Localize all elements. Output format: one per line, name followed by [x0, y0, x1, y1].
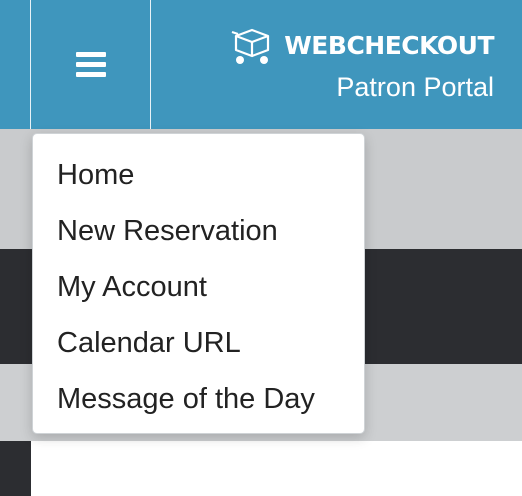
cart-icon	[231, 28, 270, 64]
brand-name: WEBCHECKOUT	[284, 30, 494, 60]
brand-logo: WEBCHECKOUT	[230, 24, 494, 66]
brand-subtitle: Patron Portal	[336, 72, 494, 102]
nav-dropdown-menu: Home New Reservation My Account Calendar…	[32, 133, 365, 434]
menu-item-calendar-url[interactable]: Calendar URL	[33, 317, 364, 373]
menu-toggle-button[interactable]	[31, 0, 151, 129]
top-header: WEBCHECKOUT Patron Portal	[0, 0, 522, 129]
menu-item-home[interactable]: Home	[33, 149, 364, 205]
header-left-strip	[0, 0, 31, 129]
hamburger-icon	[75, 52, 106, 77]
left-rail	[0, 441, 31, 496]
menu-item-my-account[interactable]: My Account	[33, 261, 364, 317]
brand-block: WEBCHECKOUT Patron Portal	[230, 24, 494, 103]
menu-item-new-reservation[interactable]: New Reservation	[33, 205, 364, 261]
menu-item-message-of-the-day[interactable]: Message of the Day	[33, 373, 364, 429]
